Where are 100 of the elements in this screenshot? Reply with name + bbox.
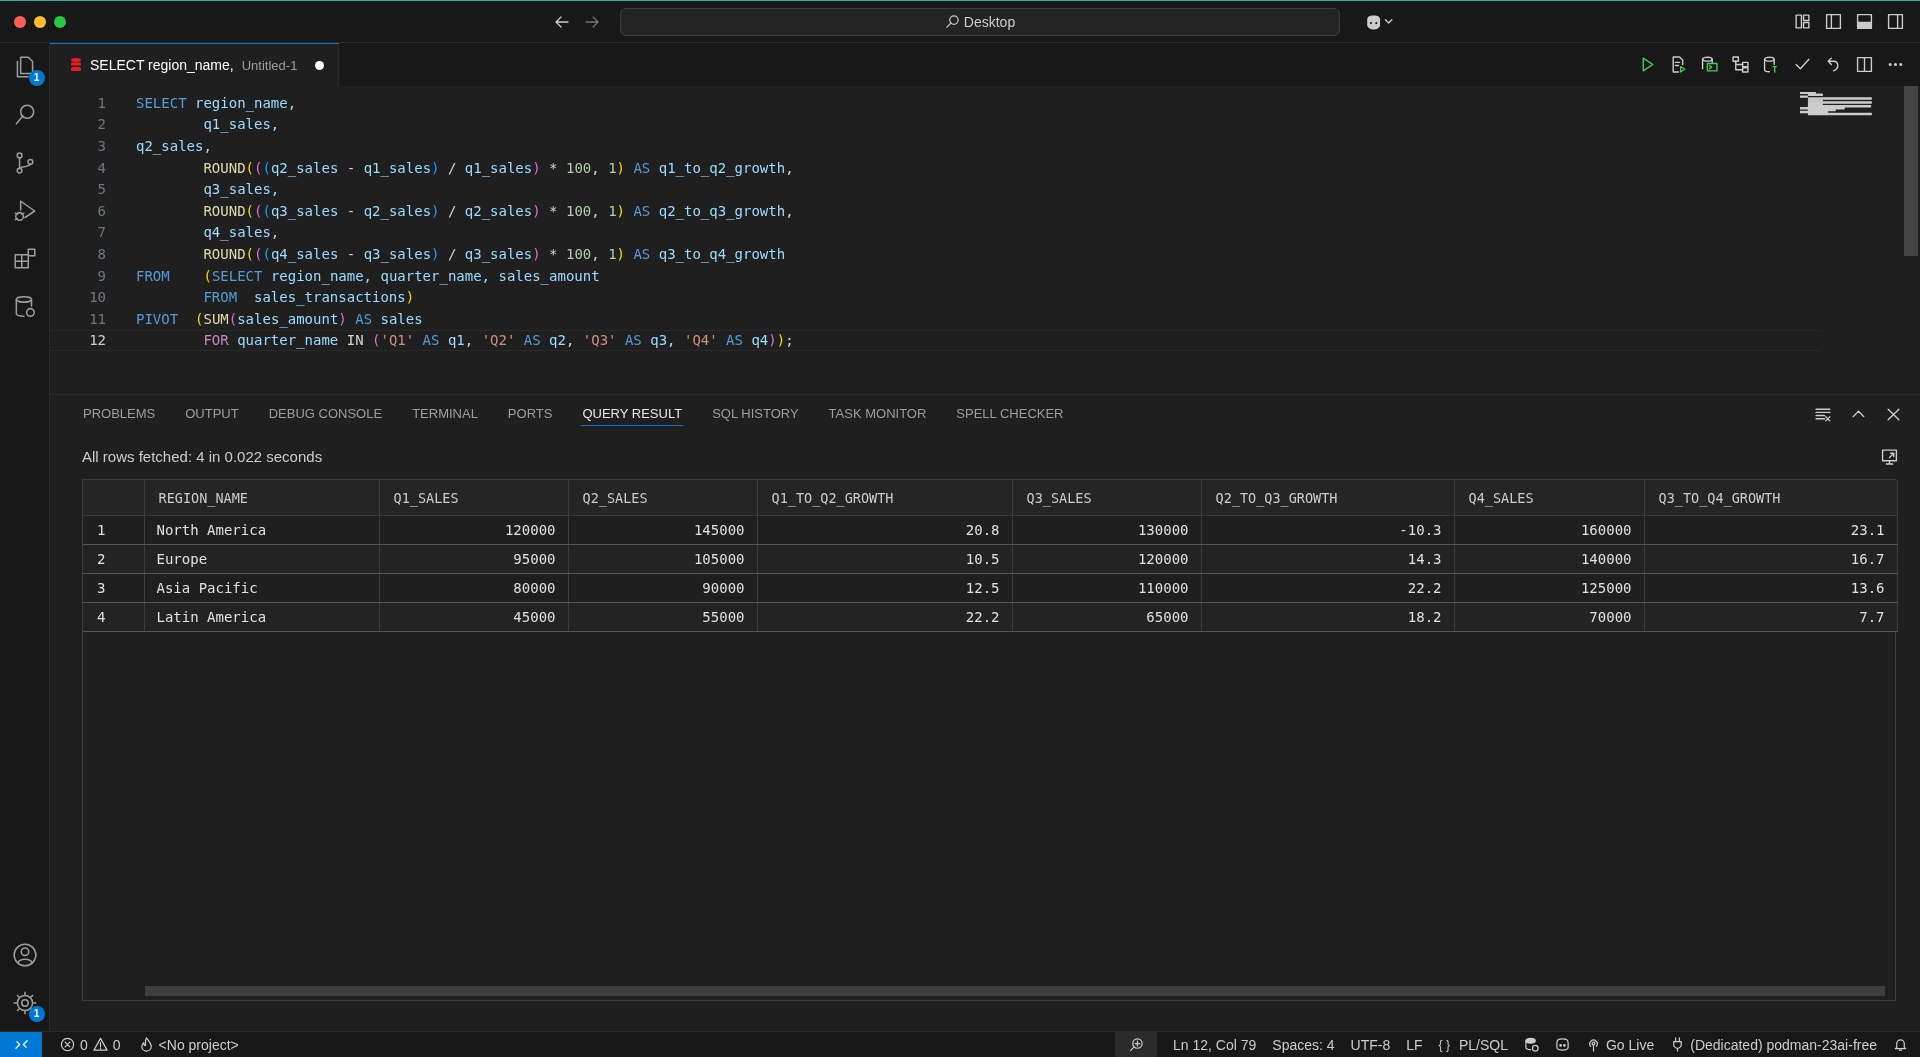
code-line: FROM (SELECT region_name, quarter_name, sales_amount	[136, 267, 600, 284]
table-cell: 10.5	[757, 544, 1012, 574]
table-cell: 12.5	[757, 573, 1012, 603]
code-line: q1_sales,	[202, 116, 280, 133]
notification-badge: 1	[28, 70, 45, 86]
code-line: FOR quarter_name IN ('Q1' AS q1, 'Q2' AS q2, 'Q3' AS q3, 'Q4' AS q4));	[202, 332, 794, 349]
line-number: 11	[88, 310, 106, 327]
line-number: 1	[96, 94, 106, 111]
table-cell: 20.8	[757, 515, 1012, 545]
minimize-window-button[interactable]	[34, 15, 46, 28]
code-line: q2_sales,	[136, 138, 212, 154]
table-cell: 80000	[379, 573, 568, 603]
export-icon[interactable]	[1881, 447, 1898, 465]
code-line: ROUND(((q4_sales - q3_sales) / q3_sales) * 100, 1) AS q3_to_q4_growth	[202, 245, 786, 262]
run-script-icon[interactable]	[1670, 56, 1687, 73]
line-number: 3	[96, 138, 106, 154]
column-header[interactable]: REGION_NAME	[144, 480, 379, 516]
table-cell: 14.3	[1201, 544, 1454, 574]
table-cell: Asia Pacific	[144, 573, 379, 603]
table-cell: 110000	[1012, 573, 1201, 603]
table-cell: 18.2	[1201, 602, 1454, 632]
table-cell: 90000	[568, 573, 757, 603]
panel-tab[interactable]: PORTS	[506, 402, 554, 426]
panel-tab[interactable]: DEBUG CONSOLE	[267, 402, 384, 426]
fetch-status: All rows fetched: 4 in 0.022 seconds	[82, 447, 323, 465]
secondary-sidebar-toggle-icon[interactable]	[1887, 13, 1904, 30]
search-field[interactable]: Desktop	[620, 7, 1340, 36]
table-cell: 45000	[379, 602, 568, 632]
settings-icon	[11, 990, 38, 1016]
row-number: 2	[83, 544, 144, 574]
line-number: 2	[96, 116, 106, 133]
scrollbar-thumb[interactable]	[1904, 86, 1918, 256]
braces-icon: { }	[1438, 1037, 1450, 1052]
column-header[interactable]: Q2_SALES	[568, 480, 757, 516]
column-header[interactable]: Q3_SALES	[1012, 480, 1201, 516]
row-number: 4	[83, 602, 144, 632]
scrollbar-thumb[interactable]	[145, 986, 1885, 996]
table-cell: 55000	[568, 602, 757, 632]
database-terminal-icon[interactable]	[1701, 56, 1718, 73]
table-cell: 13.6	[1644, 573, 1897, 603]
column-header[interactable]: Q2_TO_Q3_GROWTH	[1201, 480, 1454, 516]
schema-tree-icon[interactable]	[1732, 56, 1749, 73]
project-button[interactable]: <No project>	[138, 1036, 239, 1053]
panel-tab[interactable]: TASK MONITOR	[827, 402, 928, 426]
table-cell: 120000	[1012, 544, 1201, 574]
row-number: 3	[83, 573, 144, 603]
database-icon	[70, 57, 82, 73]
table-cell: 7.7	[1644, 602, 1897, 632]
panel-tab[interactable]: TERMINAL	[411, 402, 479, 426]
notification-badge: 1	[28, 1006, 45, 1022]
line-number: 6	[96, 202, 106, 219]
table-cell: 145000	[568, 515, 757, 545]
line-number: 7	[96, 224, 106, 241]
table-cell: 125000	[1454, 573, 1644, 603]
line-number: 8	[96, 245, 106, 262]
indentation[interactable]: Spaces: 4	[1272, 1036, 1335, 1053]
panel-tab[interactable]: OUTPUT	[184, 402, 240, 426]
cursor-position[interactable]: Ln 12, Col 79	[1173, 1036, 1257, 1053]
zoom-in-icon	[1128, 1037, 1144, 1052]
column-header[interactable]: Q4_SALES	[1454, 480, 1644, 516]
zoom-button[interactable]	[1115, 1032, 1157, 1057]
close-window-button[interactable]	[14, 15, 26, 28]
encoding[interactable]: UTF-8	[1350, 1036, 1391, 1053]
code-line: ROUND(((q3_sales - q2_sales) / q2_sales) * 100, 1) AS q2_to_q3_growth,	[202, 202, 794, 219]
clear-list-icon[interactable]	[1815, 405, 1832, 423]
connection-button[interactable]: (Dedicated) podman-23ai-free	[1670, 1036, 1877, 1053]
database-connect-icon[interactable]	[1763, 56, 1780, 73]
table-cell: 95000	[379, 544, 568, 574]
copilot-icon[interactable]	[1555, 1037, 1570, 1052]
table-cell: 23.1	[1644, 515, 1897, 545]
panel-tab[interactable]: PROBLEMS	[82, 402, 157, 426]
code-line: FROM sales_transactions)	[202, 289, 415, 306]
editor-tab[interactable]: SELECT region_name, Untitled-1	[50, 43, 340, 86]
table-cell: 65000	[1012, 602, 1201, 632]
panel-tab[interactable]: SPELL CHECKER	[955, 402, 1065, 426]
problems-button[interactable]: 0 0	[60, 1036, 121, 1053]
line-number: 10	[88, 289, 106, 306]
table-cell: 130000	[1012, 515, 1201, 545]
table-cell: 16.7	[1644, 544, 1897, 574]
warning-icon	[92, 1037, 108, 1052]
go-live-button[interactable]: Go Live	[1586, 1036, 1655, 1053]
maximize-window-button[interactable]	[54, 15, 66, 28]
column-header[interactable]: Q3_TO_Q4_GROWTH	[1644, 480, 1897, 516]
remote-icon	[13, 1037, 29, 1052]
flame-icon	[138, 1037, 154, 1052]
table-cell: 120000	[379, 515, 568, 545]
code-line: q4_sales,	[202, 224, 280, 241]
column-header[interactable]: Q1_SALES	[379, 480, 568, 516]
line-number: 9	[96, 267, 106, 284]
panel-tab[interactable]: QUERY RESULT	[581, 402, 684, 426]
sidebar-toggle-icon[interactable]	[1825, 13, 1842, 30]
panel-tab[interactable]: SQL HISTORY	[711, 402, 800, 426]
bell-icon[interactable]	[1893, 1037, 1908, 1052]
language-mode[interactable]: { } PL/SQL	[1438, 1036, 1508, 1053]
line-ending[interactable]: LF	[1406, 1036, 1423, 1053]
column-header[interactable]: Q1_TO_Q2_GROWTH	[757, 480, 1012, 516]
database-settings-icon[interactable]	[1524, 1037, 1539, 1052]
panel-toggle-icon[interactable]	[1856, 13, 1873, 30]
layout-icon[interactable]	[1794, 13, 1811, 30]
split-editor-icon[interactable]	[1856, 56, 1873, 73]
